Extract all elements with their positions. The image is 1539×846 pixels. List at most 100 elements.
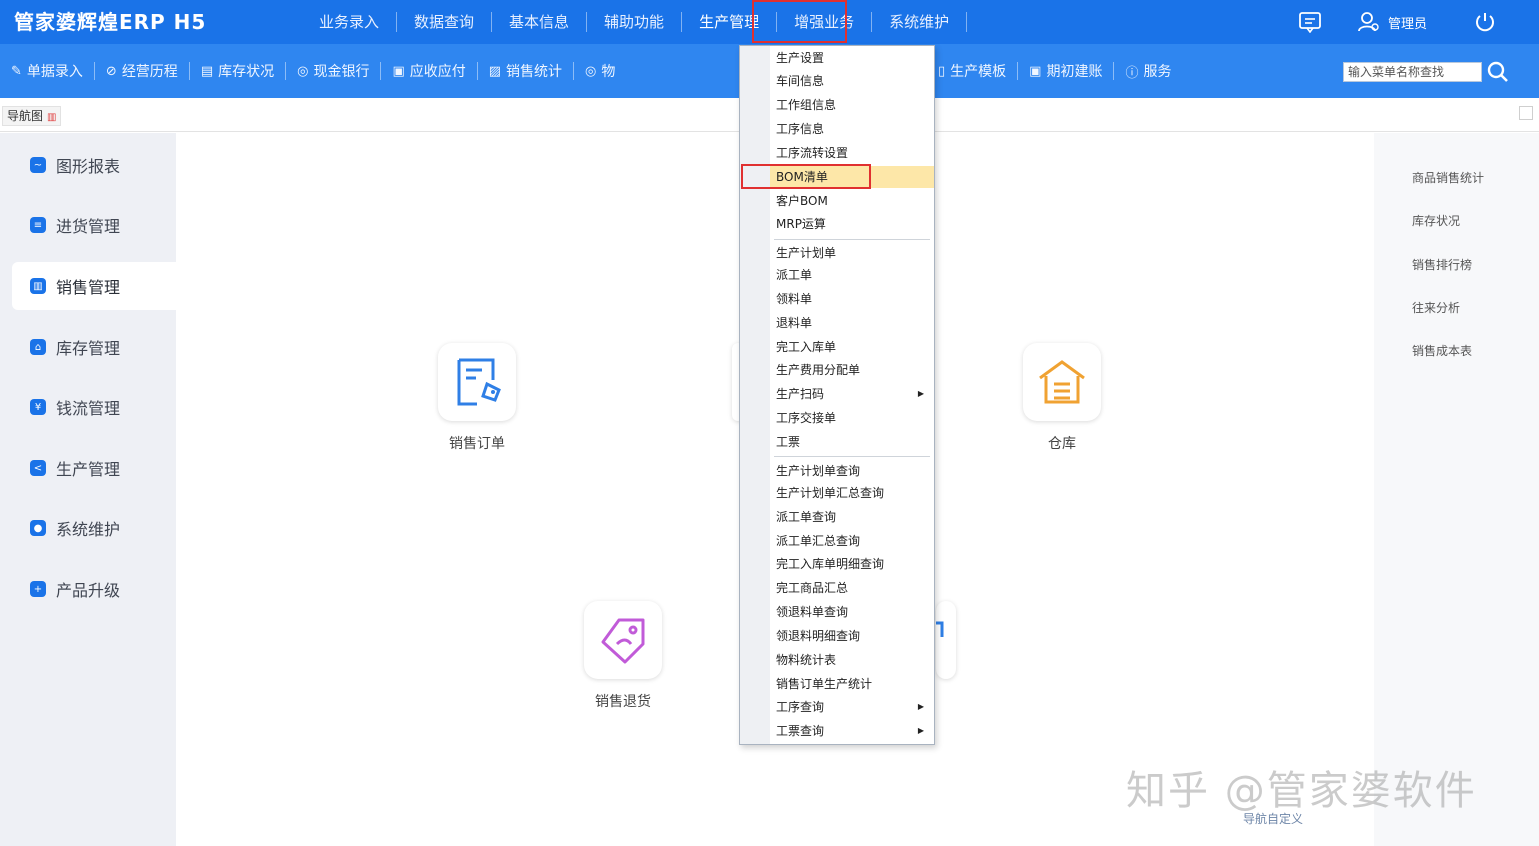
toolbar-item-template[interactable]: ▯ 生产模板 [927,62,1019,80]
menu-item[interactable]: 车间信息 [770,70,934,92]
toolbar-item-history[interactable]: ⊘ 经营历程 [95,62,190,80]
user-name[interactable]: 管理员 [1388,13,1427,32]
menu-item[interactable]: 完工商品汇总 [770,577,934,599]
message-icon[interactable] [1290,0,1330,44]
close-tab-icon[interactable]: ▥ [47,112,56,123]
menu-item[interactable]: 领料单 [770,288,934,310]
menu-item[interactable]: 工序交接单 [770,407,934,429]
toolbar-item-service[interactable]: ⓘ 服务 [1114,62,1182,81]
header-actions: 管理员 [1290,0,1539,44]
toolbar-item-material[interactable]: ◎ 物 [574,62,626,81]
production-icon: < [30,460,46,476]
toolbar-item-setup[interactable]: ▣ 期初建账 [1018,62,1115,80]
top-nav-item-system[interactable]: 系统维护 [872,12,968,32]
menu-item-submenu[interactable]: 生产扫码 ▶ [770,383,934,405]
production-dropdown-menu: 生产设置 车间信息 工作组信息 工序信息 工序流转设置 BOM清单 客户BOM … [739,45,935,745]
menu-item-submenu[interactable]: 工序查询 ▶ [770,696,934,718]
menu-separator [774,239,930,240]
menu-item-submenu[interactable]: 工票查询 ▶ [770,720,934,742]
menu-item[interactable]: 生产计划单汇总查询 [770,482,934,504]
menu-item[interactable]: 完工入库单明细查询 [770,553,934,575]
user-icon[interactable] [1348,0,1388,44]
sidebar-item-purchase[interactable]: ≡ 进货管理 [12,201,176,249]
bom-item-highlight [741,164,871,189]
menu-item[interactable]: 领退料明细查询 [770,625,934,647]
coin-icon: ◎ [297,63,309,79]
tile-warehouse[interactable]: 仓库 [1014,343,1110,453]
sidebar-item-production[interactable]: < 生产管理 [12,444,176,492]
menu-item[interactable]: 派工单 [770,264,934,286]
sales-return-icon [584,601,662,679]
menu-item[interactable]: 领退料单查询 [770,601,934,623]
menu-item[interactable]: 工票 [770,431,934,453]
top-nav: 业务录入 数据查询 基本信息 辅助功能 生产管理 增强业务 系统维护 [302,0,968,44]
sidebar-item-inventory[interactable]: ⌂ 库存管理 [12,323,176,371]
power-icon[interactable] [1465,0,1505,44]
menu-item[interactable]: 工序流转设置 [770,142,934,164]
menu-gutter [740,46,770,744]
panel-toggle-icon[interactable] [1519,106,1533,120]
sales-order-icon [438,343,516,421]
menu-item[interactable]: 工序信息 [770,118,934,140]
menu-item[interactable]: 客户BOM [770,190,934,212]
menu-item[interactable]: 物料统计表 [770,649,934,671]
box-icon: ◎ [585,63,597,79]
top-nav-item-basic[interactable]: 基本信息 [492,12,588,32]
menu-item[interactable]: 销售订单生产统计 [770,673,934,695]
submenu-arrow-icon: ▶ [917,389,924,398]
menu-item[interactable]: 工作组信息 [770,94,934,116]
app-logo: 管家婆辉煌ERP H5 [14,10,207,34]
nav-customize-link[interactable]: 导航自定义 [1243,810,1303,827]
menu-item[interactable]: 派工单查询 [770,506,934,528]
check-circle-icon: ⊘ [105,63,117,79]
warehouse-icon [1023,343,1101,421]
sidebar-item-money[interactable]: ¥ 钱流管理 [12,383,176,431]
report-link[interactable]: 销售排行榜 [1412,256,1472,273]
toolbar-item-receivable[interactable]: ▣ 应收应付 [381,62,478,80]
purchase-icon: ≡ [30,217,46,233]
menu-item[interactable]: MRP运算 [770,213,934,235]
sales-icon: ▥ [30,278,46,294]
top-nav-item-entry[interactable]: 业务录入 [302,12,398,32]
tile-sales-order[interactable]: 销售订单 [429,343,525,453]
setup-icon: ▣ [1029,63,1042,79]
menu-item[interactable]: 生产费用分配单 [770,359,934,381]
report-link[interactable]: 库存状况 [1412,212,1460,229]
sidebar: ~ 图形报表 ≡ 进货管理 ▥ 销售管理 ⌂ 库存管理 ¥ 钱流管理 < 生产管理 ● 系统维… [0,133,176,846]
toolbar-item-entry[interactable]: ✎ 单据录入 [0,62,95,80]
tile-hidden-partial-2[interactable] [936,601,956,679]
menu-item[interactable]: 派工单汇总查询 [770,530,934,552]
menu-item[interactable]: 完工入库单 [770,336,934,358]
report-shortcuts-panel: 商品销售统计 库存状况 销售排行榜 往来分析 销售成本表 [1374,133,1539,846]
sidebar-item-sales[interactable]: ▥ 销售管理 [12,262,176,310]
production-menu-highlight [752,0,847,43]
menu-item[interactable]: 退料单 [770,312,934,334]
toolbar-item-sales-stats[interactable]: ▨ 销售统计 [478,62,575,80]
sidebar-item-upgrade[interactable]: + 产品升级 [12,565,176,613]
report-link[interactable]: 销售成本表 [1412,342,1472,359]
settings-icon: ● [30,520,46,536]
menu-separator [774,456,930,457]
menu-item[interactable]: 生产设置 [770,47,934,69]
toolbar-item-cash[interactable]: ◎ 现金银行 [286,62,382,80]
ledger-icon: ▣ [392,63,405,79]
top-nav-item-query[interactable]: 数据查询 [397,12,493,32]
report-link[interactable]: 商品销售统计 [1412,169,1484,186]
sidebar-item-system[interactable]: ● 系统维护 [12,504,176,552]
submenu-arrow-icon: ▶ [917,702,924,711]
top-nav-item-aux[interactable]: 辅助功能 [587,12,683,32]
watermark: 知乎 @管家婆软件 [1126,768,1477,814]
tile-sales-return[interactable]: 销售退货 [575,601,671,711]
toolbar-item-stock[interactable]: ▤ 库存状况 [190,62,287,80]
sidebar-item-charts[interactable]: ~ 图形报表 [12,141,176,189]
tab-nav-map[interactable]: 导航图 ▥ [2,106,62,126]
calendar-icon: ▤ [200,63,214,79]
submenu-arrow-icon: ▶ [917,726,924,735]
menu-item[interactable]: 生产计划单 [770,242,934,264]
menu-item[interactable]: 生产计划单查询 [770,460,934,482]
template-icon: ▯ [938,63,946,79]
menu-search-input[interactable]: 输入菜单名称查找 [1343,62,1482,82]
inventory-icon: ⌂ [30,339,46,355]
report-link[interactable]: 往来分析 [1412,299,1460,316]
search-icon[interactable] [1486,60,1510,84]
